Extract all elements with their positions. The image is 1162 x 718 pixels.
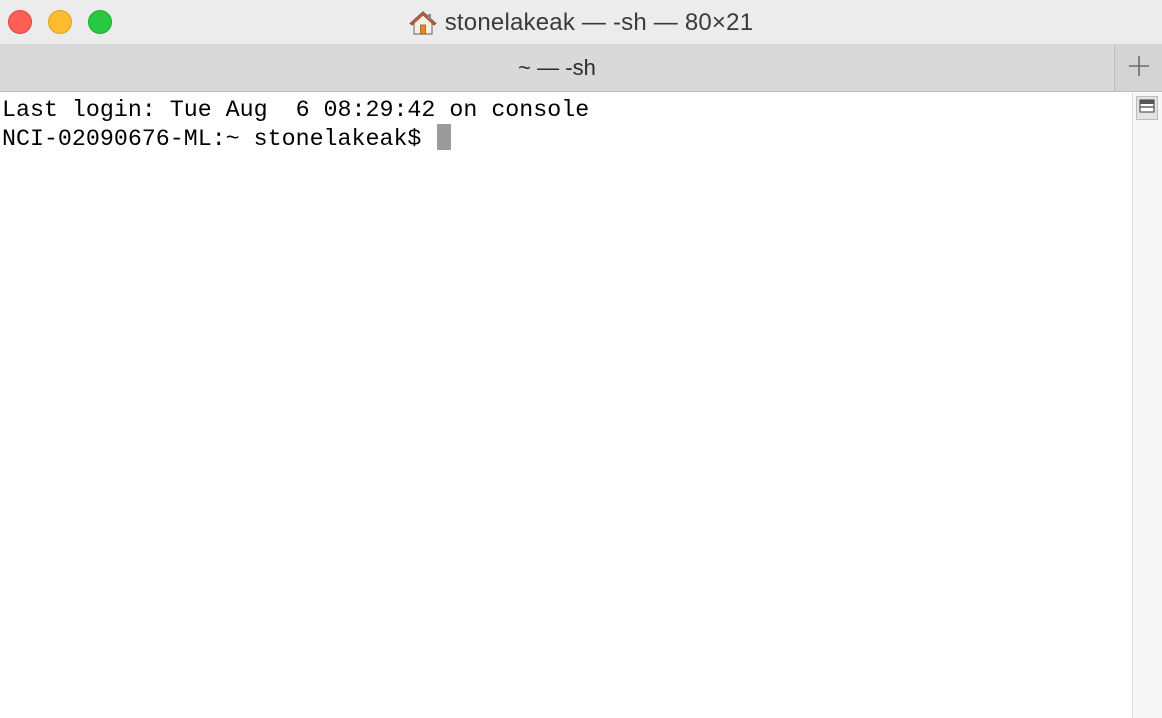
tab-bar: ~ — -sh (0, 45, 1162, 92)
window-title-group: stonelakeak — -sh — 80×21 (0, 0, 1162, 45)
vertical-scrollbar[interactable] (1132, 92, 1162, 718)
window-title: stonelakeak — -sh — 80×21 (444, 8, 754, 36)
tab-label: ~ — -sh (518, 55, 596, 80)
terminal-line: Last login: Tue Aug 6 08:29:42 on consol… (2, 97, 590, 123)
terminal-prompt: NCI-02090676-ML:~ stonelakeak$ (2, 126, 436, 152)
split-pane-button[interactable] (1136, 96, 1158, 120)
title-bar[interactable]: stonelakeak — -sh — 80×21 (0, 0, 1162, 45)
split-pane-icon (1139, 98, 1155, 118)
plus-icon (1128, 55, 1150, 82)
tab-active[interactable]: ~ — -sh (0, 45, 1114, 91)
text-cursor (437, 124, 452, 150)
home-icon (409, 10, 437, 36)
terminal-window: stonelakeak — -sh — 80×21 ~ — -sh Last l… (0, 0, 1162, 718)
new-tab-button[interactable] (1114, 45, 1162, 91)
terminal-prompt-line: NCI-02090676-ML:~ stonelakeak$ (2, 124, 1132, 152)
terminal-output[interactable]: Last login: Tue Aug 6 08:29:42 on consol… (0, 92, 1132, 718)
